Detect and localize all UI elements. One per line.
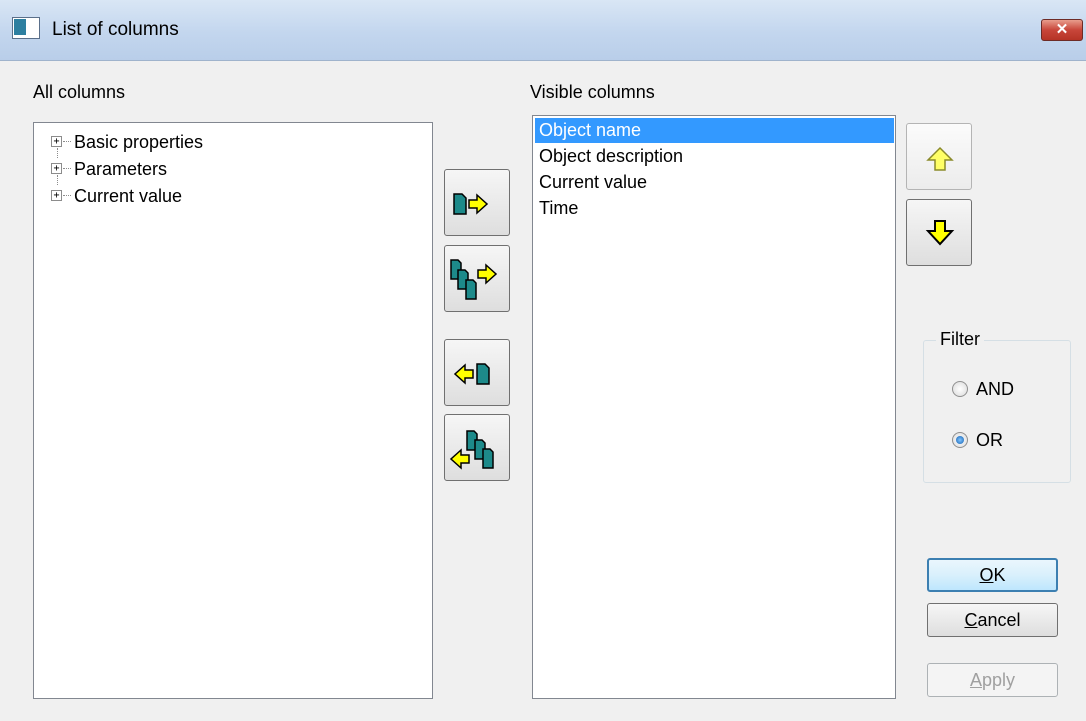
- expand-plus-icon[interactable]: +: [51, 136, 62, 147]
- window-icon: [12, 17, 40, 39]
- tree-node-label: Parameters: [74, 159, 168, 179]
- visible-columns-list[interactable]: Object name Object description Current v…: [532, 115, 896, 699]
- all-columns-tree[interactable]: + Basic properties + Parameters + Curren…: [33, 122, 433, 699]
- tree-node-label: Current value: [74, 186, 183, 206]
- cancel-mnemonic: C: [964, 610, 978, 630]
- expand-plus-icon[interactable]: +: [51, 190, 62, 201]
- add-all-button[interactable]: [444, 245, 510, 312]
- close-button[interactable]: ✕: [1041, 19, 1083, 41]
- radio-unchecked-icon[interactable]: [952, 381, 968, 397]
- ok-label-rest: K: [993, 565, 1006, 585]
- tree-line: [57, 148, 58, 158]
- visible-columns-label: Visible columns: [530, 82, 655, 102]
- tree-connector: [63, 141, 71, 142]
- apply-label-rest: pply: [981, 670, 1016, 690]
- pages-arrow-right-icon: [450, 259, 498, 300]
- page-arrow-right-icon: [453, 193, 489, 215]
- add-selected-button[interactable]: [444, 169, 510, 236]
- radio-checked-icon[interactable]: [952, 432, 968, 448]
- filter-label: Filter: [936, 329, 984, 350]
- remove-selected-button[interactable]: [444, 339, 510, 406]
- apply-mnemonic: A: [969, 670, 982, 690]
- title-bar: List of columns ✕: [0, 0, 1086, 61]
- ok-button[interactable]: OK: [927, 558, 1058, 592]
- list-item-2[interactable]: Current value: [535, 170, 894, 195]
- cancel-button[interactable]: Cancel: [927, 603, 1058, 637]
- filter-and-label: AND: [976, 379, 1015, 399]
- ok-mnemonic: O: [979, 565, 994, 585]
- tree-node-label: Basic properties: [74, 132, 204, 152]
- list-item-0[interactable]: Object name: [535, 118, 894, 143]
- all-columns-label: All columns: [33, 82, 126, 102]
- expand-plus-icon[interactable]: +: [51, 163, 62, 174]
- remove-all-button[interactable]: [444, 414, 510, 481]
- window-title: List of columns: [52, 19, 179, 40]
- arrow-left-page-icon: [453, 363, 490, 385]
- tree-line: [57, 175, 58, 185]
- apply-button[interactable]: Apply: [927, 663, 1058, 697]
- list-item-3[interactable]: Time: [535, 196, 894, 221]
- tree-connector: [63, 195, 71, 196]
- move-down-button[interactable]: [906, 199, 972, 266]
- list-item-1[interactable]: Object description: [535, 144, 894, 169]
- arrow-down-icon: [925, 220, 955, 246]
- filter-or-label: OR: [976, 430, 1003, 450]
- filter-groupbox: [923, 340, 1071, 483]
- cancel-label-rest: ancel: [977, 610, 1021, 630]
- move-up-button[interactable]: [906, 123, 972, 190]
- tree-connector: [63, 168, 71, 169]
- arrow-up-icon: [926, 146, 954, 171]
- arrow-left-pages-icon: [449, 430, 494, 470]
